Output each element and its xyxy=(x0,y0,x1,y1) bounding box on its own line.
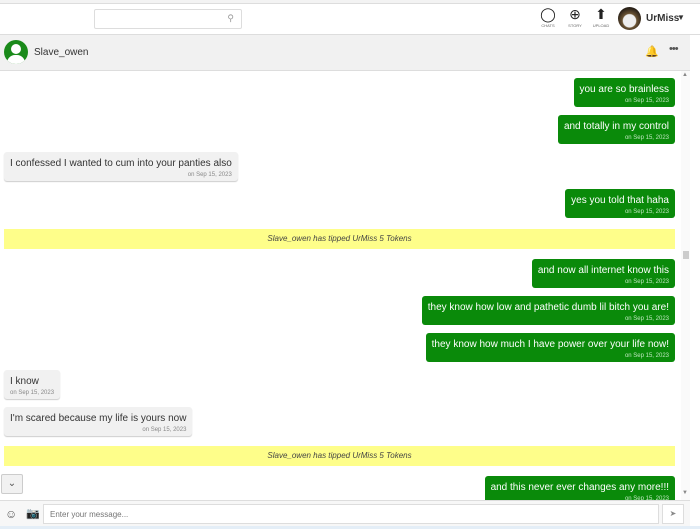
chevron-down-icon[interactable]: ▼ xyxy=(677,13,685,22)
message-date: on Sep 15, 2023 xyxy=(624,135,669,141)
tip-notice: Slave_owen has tipped UrMiss 5 Tokens xyxy=(4,446,675,466)
message-text: I'm scared because my life is yours now xyxy=(10,413,187,424)
scroll-up-icon[interactable]: ▲ xyxy=(682,72,688,78)
chats-button[interactable]: ◯ CHATS xyxy=(536,6,560,28)
add-story-icon: ⊕ xyxy=(569,6,581,22)
message-text: and now all internet know this xyxy=(537,265,669,276)
message-text: and this never ever changes any more!!! xyxy=(490,482,669,493)
received-message: I'm scared because my life is yours now o… xyxy=(4,407,193,436)
search-input[interactable]: ⚲ xyxy=(94,9,242,29)
message-date: on Sep 15, 2023 xyxy=(624,353,669,359)
message-date: on Sep 15, 2023 xyxy=(624,316,669,322)
message-date: on Sep 15, 2023 xyxy=(624,209,669,215)
sent-message: and this never ever changes any more!!! o… xyxy=(484,476,675,500)
user-avatar[interactable] xyxy=(618,7,641,30)
top-nav: ⚲ ◯ CHATS ⊕ STORY ⬆ UPLOAD UrMiss ▼ xyxy=(0,4,700,35)
chat-icon: ◯ xyxy=(540,6,556,22)
message-input[interactable] xyxy=(43,504,659,524)
chat-header: Slave_owen 🔔 ••• xyxy=(0,35,690,71)
bell-icon[interactable]: 🔔 xyxy=(645,45,659,58)
message-date: on Sep 15, 2023 xyxy=(142,427,187,433)
message-date: on Sep 15, 2023 xyxy=(624,98,669,104)
scroll-to-bottom-button[interactable]: ⌄ xyxy=(1,474,23,494)
chats-label: CHATS xyxy=(541,23,555,28)
message-text: they know how low and pathetic dumb lil … xyxy=(427,302,669,313)
emoji-icon[interactable]: ☺ xyxy=(5,507,17,521)
more-options-icon[interactable]: ••• xyxy=(669,43,679,55)
sent-message: yes you told that haha on Sep 15, 2023 xyxy=(565,189,675,218)
composer: ☺ 📷 ➤ xyxy=(0,500,690,526)
message-text: and totally in my control xyxy=(563,121,669,132)
message-text: I know xyxy=(10,376,39,387)
upload-icon: ⬆ xyxy=(595,6,607,22)
sent-message: you are so brainless on Sep 15, 2023 xyxy=(573,78,675,107)
camera-icon[interactable]: 📷 xyxy=(26,507,40,520)
contact-name[interactable]: Slave_owen xyxy=(34,47,88,58)
tip-notice: Slave_owen has tipped UrMiss 5 Tokens xyxy=(4,229,675,249)
search-icon: ⚲ xyxy=(227,13,234,23)
story-button[interactable]: ⊕ STORY xyxy=(563,6,587,28)
sent-message: they know how much I have power over you… xyxy=(425,333,675,362)
username[interactable]: UrMiss xyxy=(646,13,679,24)
message-date: on Sep 15, 2023 xyxy=(624,279,669,285)
sent-message: and totally in my control on Sep 15, 2023 xyxy=(557,115,675,144)
message-list: you are so brainless on Sep 15, 2023 and t… xyxy=(0,71,680,500)
message-text: yes you told that haha xyxy=(571,195,669,206)
story-label: STORY xyxy=(568,23,582,28)
message-text: you are so brainless xyxy=(579,84,670,95)
send-button[interactable]: ➤ xyxy=(662,504,684,524)
received-message: I know on Sep 15, 2023 xyxy=(4,370,61,399)
upload-button[interactable]: ⬆ UPLOAD xyxy=(589,6,613,28)
message-date: on Sep 15, 2023 xyxy=(10,390,55,396)
sent-message: they know how low and pathetic dumb lil … xyxy=(421,296,675,325)
scroll-down-icon[interactable]: ▼ xyxy=(682,490,688,496)
sent-message: and now all internet know this on Sep 15,… xyxy=(531,259,675,288)
message-date: on Sep 15, 2023 xyxy=(187,172,232,178)
received-message: I confessed I wanted to cum into your pa… xyxy=(4,152,238,181)
scrollbar[interactable] xyxy=(681,71,690,500)
message-text: they know how much I have power over you… xyxy=(431,339,669,350)
contact-avatar[interactable] xyxy=(4,40,28,64)
message-text: I confessed I wanted to cum into your pa… xyxy=(10,158,232,169)
upload-label: UPLOAD xyxy=(592,23,610,28)
